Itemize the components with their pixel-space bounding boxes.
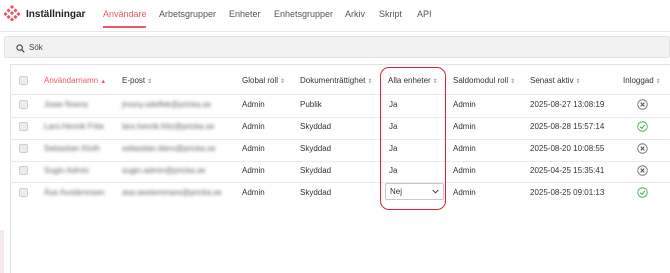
- sort-icon: ⇕: [147, 79, 153, 85]
- cell-username[interactable]: Sugin Admin: [44, 166, 89, 175]
- cell-email: sugin.admin@pricka.se: [122, 166, 206, 175]
- page-title: Inställningar: [26, 9, 86, 20]
- chevron-down-icon: [432, 189, 439, 194]
- cell-last-active: 2025-08-28 15:57:14: [530, 122, 605, 131]
- header-label: Inloggad: [623, 76, 654, 85]
- cell-global-role: Admin: [242, 100, 265, 109]
- row-checkbox[interactable]: [19, 144, 28, 153]
- logged-out-icon: [637, 165, 648, 176]
- tab-arkiv[interactable]: Arkiv: [345, 9, 365, 19]
- cell-last-active: 2025-04-25 15:35:41: [530, 166, 605, 175]
- row-divider: [10, 182, 670, 183]
- row-checkbox[interactable]: [19, 100, 28, 109]
- cell-username[interactable]: Lars-Henrik Frita: [44, 122, 104, 131]
- row-checkbox[interactable]: [19, 122, 28, 131]
- tab-enhetsgrupper[interactable]: Enhetsgrupper: [274, 9, 333, 19]
- cell-global-role: Admin: [242, 166, 265, 175]
- logged-in-check-icon: [637, 187, 648, 198]
- column-header-saldo-role[interactable]: Saldomodul roll ⇕: [453, 76, 515, 85]
- row-checkbox[interactable]: [19, 166, 28, 175]
- active-tab-indicator: [103, 26, 146, 28]
- cell-saldo-role: Admin: [453, 166, 476, 175]
- sort-icon: ⇕: [510, 79, 516, 85]
- cell-document-rights: Skyddad: [300, 166, 332, 175]
- column-header-document-rights[interactable]: Dokumenträttighet ⇕: [300, 76, 372, 85]
- cell-email: lars.henrik.fritz@pricka.se: [122, 122, 215, 131]
- cell-email: sebastian.klerv@pricka.se: [122, 144, 216, 153]
- select-all-checkbox[interactable]: [19, 76, 28, 85]
- header-label: Användarnamn: [44, 76, 99, 85]
- cell-document-rights: Skyddad: [300, 188, 332, 197]
- search-input[interactable]: [29, 40, 629, 55]
- tab-anvandare[interactable]: Användare: [103, 9, 147, 19]
- header-label: Dokumenträttighet: [300, 76, 366, 85]
- cell-all-units[interactable]: Ja: [389, 144, 397, 153]
- cell-email: jmony.odeflek@pricka.se: [122, 100, 211, 109]
- cell-all-units[interactable]: Ja: [389, 122, 397, 131]
- cell-last-active: 2025-08-25 09:01:13: [530, 188, 605, 197]
- row-divider: [10, 117, 670, 118]
- header-divider: [10, 94, 670, 95]
- cell-all-units[interactable]: Ja: [389, 166, 397, 175]
- column-header-email[interactable]: E-post ⇕: [122, 76, 152, 85]
- sort-icon: ⇕: [367, 79, 373, 85]
- header-label: Saldomodul roll: [453, 76, 509, 85]
- logged-out-icon: [637, 99, 648, 110]
- column-header-logged-in[interactable]: Inloggad ⇕: [623, 76, 661, 85]
- cell-username[interactable]: Åsa Austärnnsen: [44, 188, 104, 197]
- cell-last-active: 2025-08-27 13:08:19: [530, 100, 605, 109]
- header-label: Alla enheter: [388, 76, 431, 85]
- sort-icon: ⇕: [575, 79, 581, 85]
- cell-saldo-role: Admin: [453, 122, 476, 131]
- top-navigation: Inställningar Användare Arbetsgrupper En…: [0, 0, 670, 32]
- row-divider: [10, 161, 670, 162]
- sort-icon: ⇕: [655, 79, 661, 85]
- all-units-select[interactable]: Nej: [385, 183, 444, 200]
- select-value: Nej: [390, 187, 403, 196]
- cell-saldo-role: Admin: [453, 188, 476, 197]
- app-logo-icon: [4, 5, 20, 21]
- header-label: Senast aktiv: [530, 76, 574, 85]
- cell-saldo-role: Admin: [453, 100, 476, 109]
- cell-document-rights: Publik: [300, 100, 322, 109]
- sort-icon: ⇕: [280, 79, 286, 85]
- column-header-global-role[interactable]: Global roll ⇕: [242, 76, 285, 85]
- cell-global-role: Admin: [242, 122, 265, 131]
- nav-divider: [0, 31, 670, 32]
- column-header-username[interactable]: Användarnamn ▲: [44, 76, 106, 85]
- logged-out-icon: [637, 143, 648, 154]
- cell-saldo-role: Admin: [453, 144, 476, 153]
- column-header-last-active[interactable]: Senast aktiv ⇕: [530, 76, 581, 85]
- tab-arbetsgrupper[interactable]: Arbetsgrupper: [159, 9, 216, 19]
- cell-global-role: Admin: [242, 144, 265, 153]
- header-label: E-post: [122, 76, 146, 85]
- row-checkbox[interactable]: [19, 188, 28, 197]
- search-bar[interactable]: [4, 36, 670, 58]
- cell-username[interactable]: Sebastian Kloth: [44, 144, 100, 153]
- search-icon: [16, 44, 25, 53]
- cell-document-rights: Skyddad: [300, 144, 332, 153]
- logged-in-check-icon: [637, 121, 648, 132]
- row-divider: [10, 139, 670, 140]
- tab-api[interactable]: API: [417, 9, 432, 19]
- cell-document-rights: Skyddad: [300, 122, 332, 131]
- tab-skript[interactable]: Skript: [379, 9, 402, 19]
- cell-username[interactable]: Jowe Noens: [44, 100, 88, 109]
- cell-email: asa.aestemmare@pricka.se: [122, 188, 222, 197]
- cell-last-active: 2025-08-20 10:08:55: [530, 144, 605, 153]
- header-label: Global roll: [242, 76, 279, 85]
- cell-global-role: Admin: [242, 188, 265, 197]
- cell-all-units[interactable]: Ja: [389, 100, 397, 109]
- tab-enheter[interactable]: Enheter: [229, 9, 261, 19]
- sort-icon: ⇕: [432, 79, 438, 85]
- column-header-all-units[interactable]: Alla enheter ⇕: [388, 76, 438, 85]
- left-edge-accent: [0, 230, 4, 273]
- sort-asc-icon: ▲: [100, 79, 107, 85]
